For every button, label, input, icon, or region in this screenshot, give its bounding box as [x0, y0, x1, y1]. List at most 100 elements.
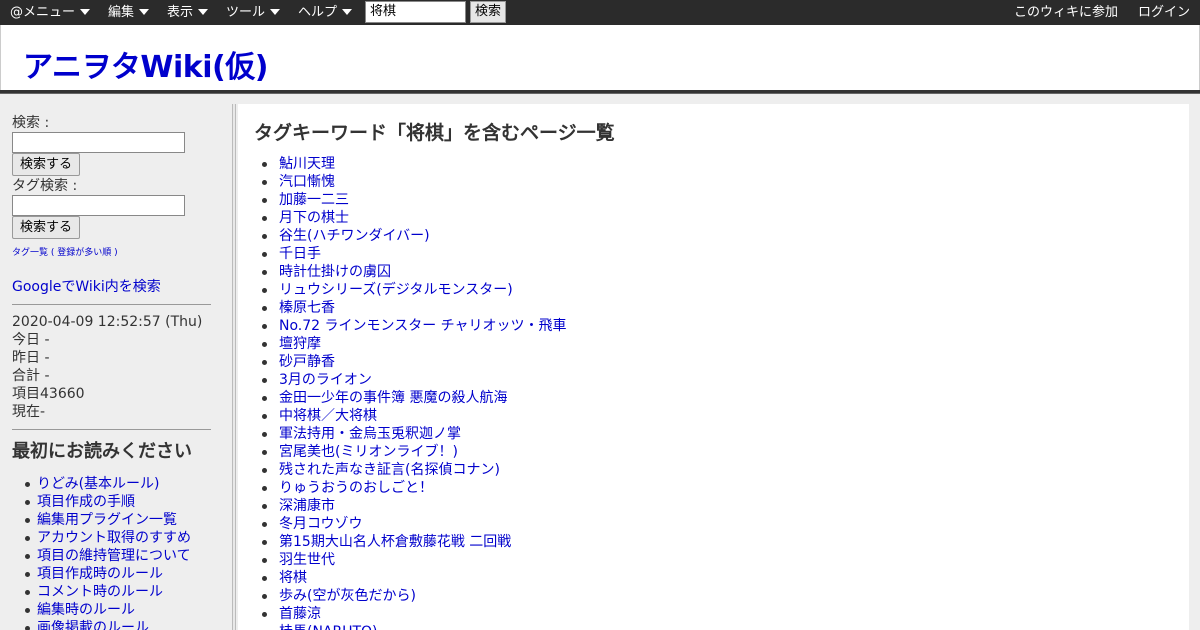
page-link[interactable]: 第15期大山名人杯倉敷藤花戦 二回戦 — [279, 534, 511, 550]
header-spacer — [0, 94, 1200, 104]
list-item: 項目作成時のルール — [12, 565, 227, 583]
list-item: 中将棋／大将棋 — [254, 407, 567, 425]
list-item: 3月のライオン — [254, 371, 567, 389]
page-link[interactable]: No.72 ラインモンスター チャリオッツ・飛車 — [279, 318, 567, 334]
page-link[interactable]: 鮎川天理 — [279, 156, 335, 172]
list-item: 宮尾美也(ミリオンライブ！) — [254, 443, 567, 461]
page-link[interactable]: 羽生世代 — [279, 552, 335, 568]
list-item: 編集時のルール — [12, 601, 227, 619]
list-item: No.72 ラインモンスター チャリオッツ・飛車 — [254, 317, 567, 335]
menu-view[interactable]: 表示 — [167, 0, 209, 25]
menu-edit[interactable]: 編集 — [108, 0, 150, 25]
page-link[interactable]: 首藤涼 — [279, 606, 321, 622]
page-link[interactable]: 榛原七香 — [279, 300, 335, 316]
online-count: 現在- — [12, 404, 46, 420]
read-first-link[interactable]: 編集用プラグイン一覧 — [37, 512, 177, 528]
read-first-link[interactable]: 編集時のルール — [37, 602, 135, 618]
list-item: りどみ(基本ルール) — [12, 475, 227, 493]
list-item: 汽口慚愧 — [254, 173, 567, 191]
list-item: リュウシリーズ(デジタルモンスター) — [254, 281, 567, 299]
list-item: 残された声なき証言(名探偵コナン) — [254, 461, 567, 479]
page-link[interactable]: 残された声なき証言(名探偵コナン) — [279, 462, 500, 478]
menu-label: 表示 — [167, 5, 194, 20]
chevron-down-icon — [342, 9, 353, 15]
top-search-button[interactable]: 検索 — [470, 1, 506, 23]
page-link[interactable]: 中将棋／大将棋 — [279, 408, 377, 424]
counter-today: 今日 - — [12, 332, 50, 348]
counter-yesterday: 昨日 - — [12, 350, 50, 366]
list-item: 第15期大山名人杯倉敷藤花戦 二回戦 — [254, 533, 567, 551]
site-title[interactable]: アニヲタWiki(仮) — [23, 51, 268, 85]
list-item: 羽生世代 — [254, 551, 567, 569]
items-count: 項目43660 — [12, 386, 85, 402]
menu-tools[interactable]: ツール — [226, 0, 281, 25]
list-item: 谷生(ハチワンダイバー) — [254, 227, 567, 245]
page-link[interactable]: 冬月コウゾウ — [279, 516, 362, 532]
chevron-down-icon — [139, 9, 150, 15]
read-first-link[interactable]: アカウント取得のすすめ — [37, 530, 191, 546]
page-link[interactable]: 将棋 — [279, 570, 307, 586]
page-link[interactable]: 深浦康市 — [279, 498, 335, 514]
list-item: 鮎川天理 — [254, 155, 567, 173]
page-link[interactable]: 時計仕掛けの虜囚 — [279, 264, 391, 280]
top-menu-bar: @メニュー 編集 表示 ツール ヘルプ 将棋 検索 このウィキに参加 ログイン — [0, 0, 1200, 25]
counter-total: 合計 - — [12, 368, 50, 384]
login-link[interactable]: ログイン — [1138, 0, 1190, 25]
list-item: 加藤一二三 — [254, 191, 567, 209]
list-item: 軍法持用・金烏玉兎釈迦ノ掌 — [254, 425, 567, 443]
page-link[interactable]: 軍法持用・金烏玉兎釈迦ノ掌 — [279, 426, 461, 442]
chevron-down-icon — [270, 9, 281, 15]
chevron-down-icon — [198, 9, 209, 15]
page-link[interactable]: 3月のライオン — [279, 372, 372, 388]
tag-search-button[interactable]: 検索する — [12, 216, 80, 239]
page-link[interactable]: 月下の棋士 — [279, 210, 349, 226]
sidebar-divider — [12, 429, 211, 430]
list-item: 歩み(空が灰色だから) — [254, 587, 567, 605]
google-search-link[interactable]: GoogleでWiki内を検索 — [12, 278, 161, 296]
list-item: 画像掲載のルール — [12, 619, 227, 630]
menu-label: ヘルプ — [298, 5, 338, 20]
list-item: 首藤涼 — [254, 605, 567, 623]
page-link[interactable]: 壇狩摩 — [279, 336, 321, 352]
read-first-link[interactable]: 項目作成時のルール — [37, 566, 163, 582]
read-first-link[interactable]: 画像掲載のルール — [37, 620, 149, 630]
main-content: タグキーワード「将棋」を含むページ一覧 鮎川天理汽口慚愧加藤一二三月下の棋士谷生… — [238, 104, 1189, 630]
read-first-link[interactable]: コメント時のルール — [37, 584, 163, 600]
read-first-list: りどみ(基本ルール) 項目作成の手順編集用プラグイン一覧 アカウント取得のすすめ 項目… — [12, 475, 227, 630]
tag-search-label: タグ検索 : — [12, 178, 78, 194]
page-link[interactable]: 宮尾美也(ミリオンライブ！) — [279, 444, 458, 460]
tag-search-input[interactable] — [12, 195, 185, 216]
menu-label: ツール — [226, 5, 266, 20]
menu-atmenu[interactable]: @メニュー — [10, 0, 91, 25]
sidebar-search-button[interactable]: 検索する — [12, 153, 80, 176]
sidebar-search-input[interactable] — [12, 132, 185, 153]
read-first-link[interactable]: 項目作成の手順 — [37, 494, 135, 510]
read-first-link[interactable]: 項目の維持管理について — [37, 548, 191, 564]
menu-label: 編集 — [108, 5, 135, 20]
menu-help[interactable]: ヘルプ — [298, 0, 353, 25]
list-item: 冬月コウゾウ — [254, 515, 567, 533]
page-link[interactable]: 加藤一二三 — [279, 192, 349, 208]
page-link[interactable]: 金田一少年の事件簿 悪魔の殺人航海 — [279, 390, 507, 406]
datetime: 2020-04-09 12:52:57 (Thu) — [12, 314, 203, 330]
page-link[interactable]: 谷生(ハチワンダイバー) — [279, 228, 430, 244]
list-item: アカウント取得のすすめ — [12, 529, 227, 547]
page-link[interactable]: 砂戸静香 — [279, 354, 335, 370]
site-header: アニヲタWiki(仮) — [0, 25, 1200, 90]
page-link[interactable]: リュウシリーズ(デジタルモンスター) — [279, 282, 513, 298]
page-link[interactable]: 桂馬(NARUTO) — [279, 624, 378, 630]
page-link[interactable]: 千日手 — [279, 246, 321, 262]
join-wiki-link[interactable]: このウィキに参加 — [1014, 0, 1118, 25]
list-item: りゅうおうのおしごと！ — [254, 479, 567, 497]
page-link[interactable]: りゅうおうのおしごと！ — [279, 480, 433, 496]
list-item: コメント時のルール — [12, 583, 227, 601]
right-gutter — [1189, 104, 1200, 630]
list-item: 金田一少年の事件簿 悪魔の殺人航海 — [254, 389, 567, 407]
page-title: タグキーワード「将棋」を含むページ一覧 — [254, 122, 615, 144]
top-search-input[interactable]: 将棋 — [365, 1, 466, 23]
page-link[interactable]: 歩み(空が灰色だから) — [279, 588, 416, 604]
tag-list-link[interactable]: タグ一覧 ( 登録が多い順 ) — [12, 245, 118, 258]
list-item: 時計仕掛けの虜囚 — [254, 263, 567, 281]
page-link[interactable]: 汽口慚愧 — [279, 174, 335, 190]
read-first-link[interactable]: りどみ(基本ルール) — [37, 476, 160, 492]
